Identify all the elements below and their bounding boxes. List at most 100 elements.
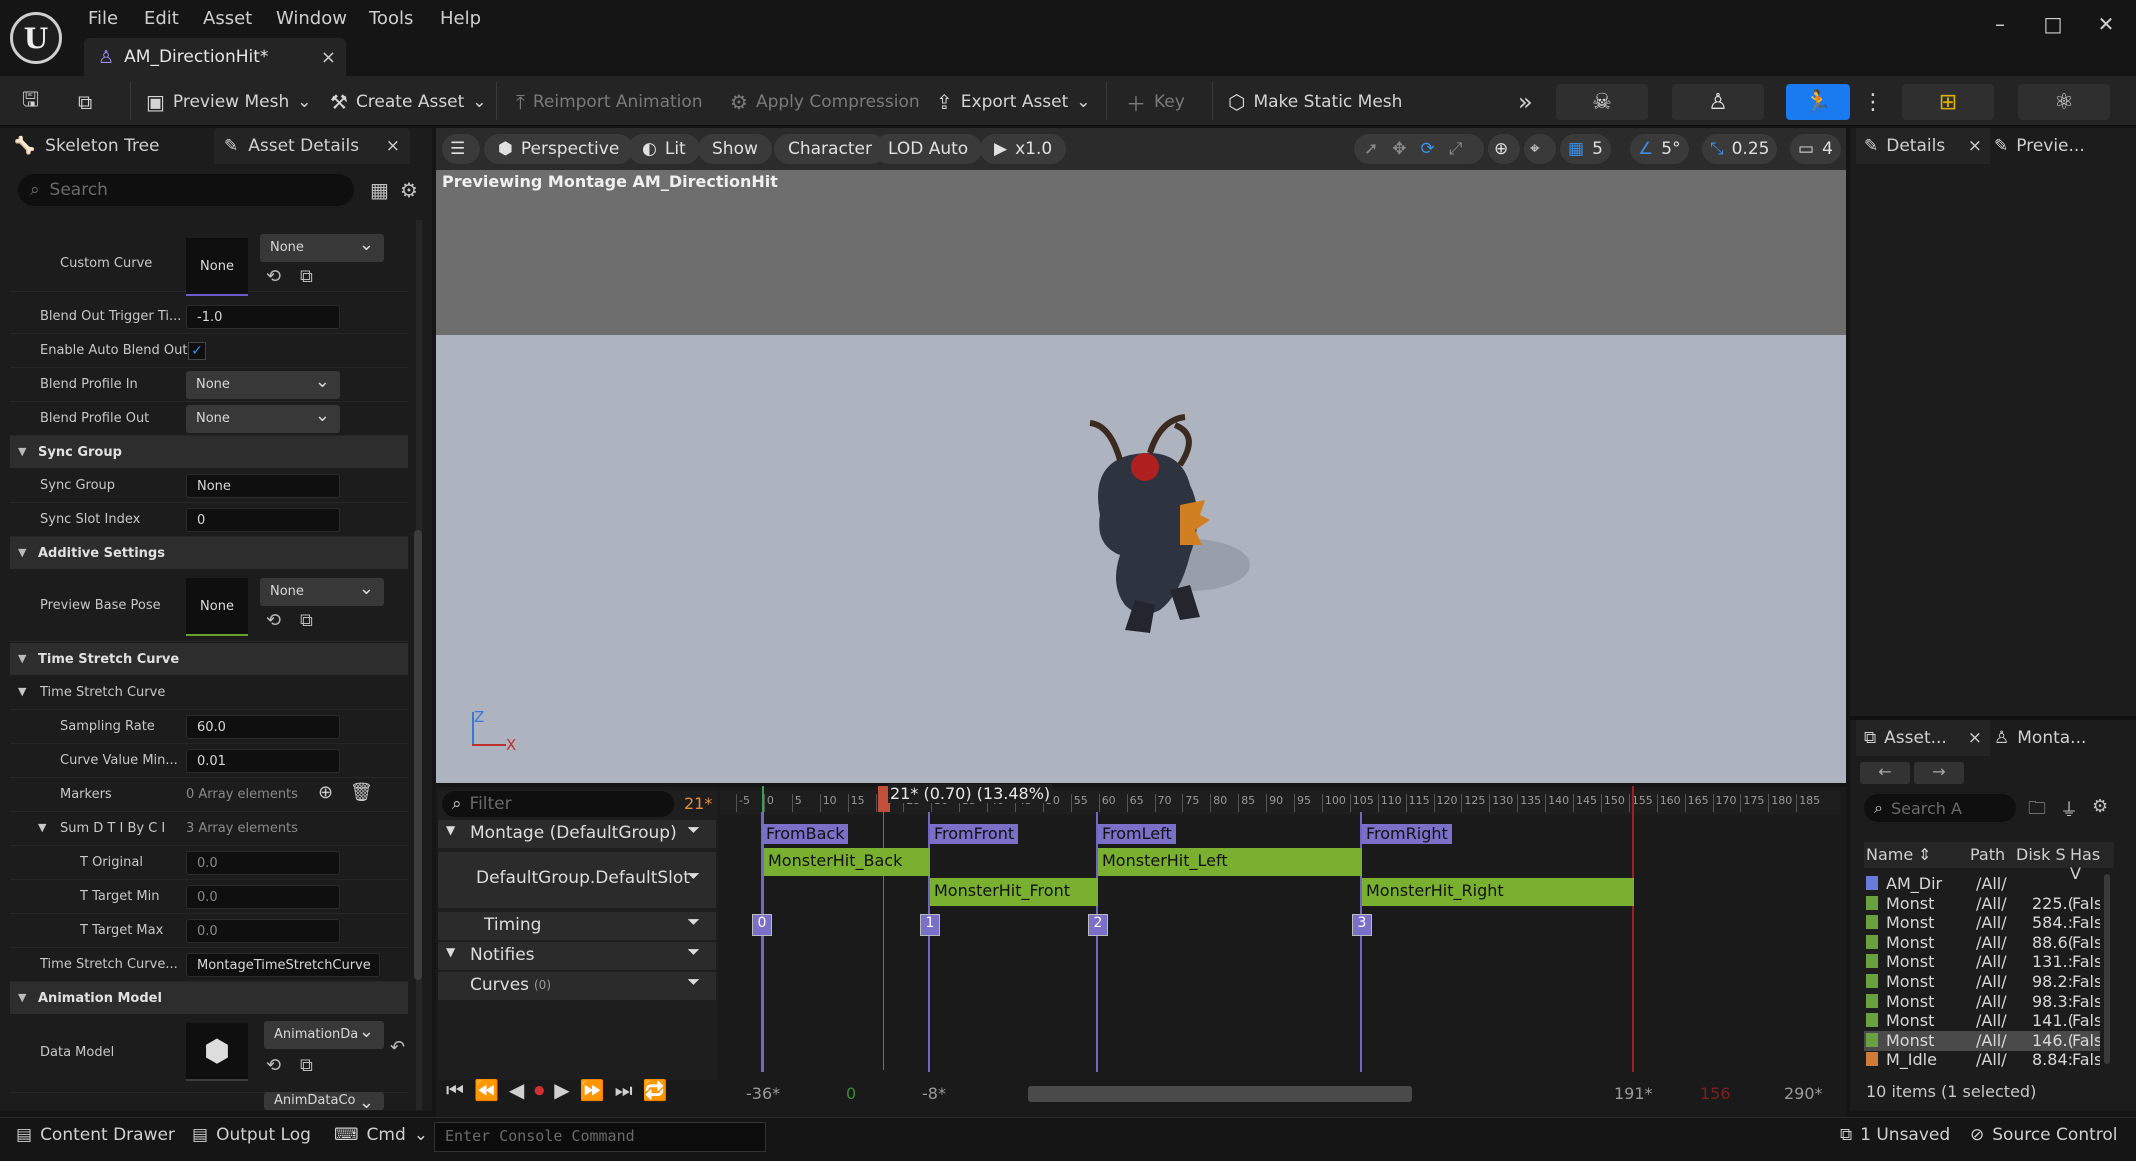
reimport-animation-button[interactable]: ⤒ Reimport Animation — [516, 86, 703, 118]
undo-icon[interactable]: ↶ — [390, 1037, 405, 1058]
key-button[interactable]: ＋ Key — [1126, 86, 1185, 118]
blend-profile-out-dropdown[interactable]: None — [186, 405, 340, 433]
menu-help[interactable]: Help — [440, 8, 481, 29]
add-element-icon[interactable]: ⊕ — [318, 782, 333, 803]
more-toolbar-button[interactable]: » — [1518, 86, 1533, 118]
section-from-left[interactable]: FromLeft — [1098, 824, 1176, 844]
curve-value-min-input[interactable]: 0.01 — [186, 749, 340, 773]
select-icon[interactable]: ➚ — [1364, 139, 1378, 159]
content-drawer-button[interactable]: ▤ Content Drawer — [16, 1125, 175, 1145]
data-model-thumb[interactable]: ⬢ — [186, 1023, 248, 1081]
physics-mode-button[interactable]: ⚛ — [2018, 84, 2110, 120]
perspective-button[interactable]: ⬢ Perspective — [484, 134, 634, 164]
step-back-icon[interactable]: ⏪ — [474, 1078, 499, 1102]
slot-track[interactable]: DefaultGroup.DefaultSlot ⏷ — [438, 852, 716, 908]
cmd-dropdown[interactable]: ⌨ Cmd ⌄ — [334, 1125, 428, 1145]
preview-base-pose-dropdown[interactable]: None — [260, 578, 384, 606]
notifies-track[interactable]: ▼ Notifies ⏷ — [438, 942, 716, 970]
minimize-button[interactable]: – — [1980, 12, 2020, 38]
playback-speed-button[interactable]: ▶ x1.0 — [980, 134, 1067, 164]
make-static-mesh-button[interactable]: ⬡ Make Static Mesh — [1228, 86, 1402, 118]
custom-curve-thumb[interactable]: None — [186, 238, 248, 296]
asset-row[interactable]: Monst/All/225.(False — [1864, 894, 2100, 914]
view-end[interactable]: 191* — [1614, 1084, 1653, 1103]
section-from-right[interactable]: FromRight — [1362, 824, 1452, 844]
camera-speed-button[interactable]: ▭ 4 — [1790, 134, 1841, 164]
timeline-scrollbar[interactable] — [1028, 1086, 1412, 1102]
curves-track[interactable]: Curves (0) ⏷ — [438, 972, 716, 1000]
t-target-min-input[interactable]: 0.0 — [186, 885, 340, 909]
timing-track[interactable]: Timing ⏷ — [438, 912, 716, 940]
skeleton-mode-button[interactable]: ☠ — [1556, 84, 1648, 120]
console-input[interactable]: Enter Console Command — [434, 1122, 766, 1152]
world-local-button[interactable]: ⊕ — [1488, 134, 1520, 164]
asset-row[interactable]: Monst/All/88.6(False — [1864, 933, 2100, 953]
mesh-mode-button[interactable]: ♙ — [1672, 84, 1764, 120]
range-start[interactable]: -36* — [746, 1084, 780, 1103]
asset-row[interactable]: AM_Dir/All/ — [1864, 874, 2100, 894]
create-asset-button[interactable]: ⚒ Create Asset ⌄ — [330, 86, 487, 118]
sync-group-input[interactable]: None — [186, 474, 340, 498]
unreal-logo[interactable]: U — [10, 12, 62, 64]
asset-row[interactable]: M_Idle/All/8.84:False — [1864, 1050, 2100, 1070]
segment-monsterhit-front[interactable]: MonsterHit_Front — [930, 878, 1098, 906]
close-tab-icon[interactable]: × — [321, 47, 336, 68]
maximize-button[interactable]: □ — [2033, 12, 2073, 38]
preview-mesh-button[interactable]: ▣ Preview Mesh ⌄ — [146, 86, 312, 118]
browse-asset-icon[interactable]: ⧉ — [300, 610, 313, 631]
left-scrollbar-thumb[interactable] — [414, 530, 422, 980]
rotation-snap-button[interactable]: ∠ 5° — [1630, 134, 1689, 164]
sampling-rate-input[interactable]: 60.0 — [186, 715, 340, 739]
time-stretch-curve-sub-row[interactable]: ▼ Time Stretch Curve — [10, 676, 408, 710]
animation-mode-button[interactable]: 🏃 — [1786, 84, 1850, 120]
chevron-down-icon[interactable]: ⏷ — [687, 972, 700, 992]
play-reverse-icon[interactable]: ◀ — [509, 1078, 524, 1102]
tab-asset-details[interactable]: ✎ Asset Details × — [214, 128, 410, 164]
sync-group-section[interactable]: Sync Group — [10, 436, 408, 468]
sync-slot-index-input[interactable]: 0 — [186, 508, 340, 532]
view-start[interactable]: -8* — [922, 1084, 946, 1103]
unsaved-button[interactable]: ⧉ 1 Unsaved — [1840, 1125, 1950, 1145]
menu-file[interactable]: File — [88, 8, 118, 29]
asset-search-input[interactable]: ⌕ Search A — [1864, 794, 2016, 822]
asset-row[interactable]: Monst/All/98.2:False — [1864, 972, 2100, 992]
anim-data-controller-dropdown[interactable]: AnimDataCo — [264, 1092, 384, 1110]
rotate-icon[interactable]: ⟳ — [1421, 139, 1435, 159]
close-window-button[interactable]: ✕ — [2086, 12, 2126, 38]
asset-row[interactable]: Monst/All/146.(False — [1864, 1030, 2100, 1051]
filter-icon[interactable]: ⏚ — [2060, 796, 2078, 822]
viewport-menu-button[interactable]: ☰ — [442, 134, 480, 164]
monster-character[interactable] — [1030, 405, 1270, 645]
time-stretch-curve-section[interactable]: Time Stretch Curve — [10, 643, 408, 675]
enable-auto-blend-out-checkbox[interactable]: ✓ — [188, 342, 206, 360]
reset-icon[interactable]: ⟲ — [266, 1055, 281, 1076]
trash-icon[interactable]: 🗑 — [350, 782, 373, 803]
surface-snap-button[interactable]: ⌖ — [1524, 134, 1556, 164]
timeline-filter-input[interactable]: ⌕ Filter — [442, 791, 674, 817]
range-zero[interactable]: 0 — [846, 1084, 856, 1103]
data-model-dropdown[interactable]: AnimationDa — [264, 1021, 384, 1049]
menu-tools[interactable]: Tools — [369, 8, 413, 29]
timing-index-0[interactable]: 0 — [752, 914, 772, 936]
close-icon[interactable]: × — [1968, 136, 1982, 156]
character-button[interactable]: Character — [774, 134, 886, 164]
montage-track[interactable]: ▼ Montage (DefaultGroup) ⏷ — [438, 820, 716, 848]
additive-settings-section[interactable]: Additive Settings — [10, 537, 408, 569]
close-icon[interactable]: × — [386, 136, 400, 156]
settings-icon[interactable]: ⚙ — [400, 178, 418, 202]
step-forward-icon[interactable]: ⏩ — [580, 1078, 605, 1102]
animation-model-section[interactable]: Animation Model — [10, 982, 408, 1014]
asset-row[interactable]: Monst/All/584.:False — [1864, 913, 2100, 933]
mode-options-icon[interactable]: ⋮ — [1862, 86, 1884, 118]
play-icon[interactable]: ▶ — [554, 1078, 569, 1102]
menu-edit[interactable]: Edit — [144, 8, 179, 29]
scale-snap-button[interactable]: ⤡ 0.25 — [1702, 134, 1778, 164]
sum-dt-row[interactable]: ▼ Sum D T I By C I 3 Array elements — [10, 812, 408, 846]
section-from-front[interactable]: FromFront — [930, 824, 1019, 844]
segment-monsterhit-left[interactable]: MonsterHit_Left — [1098, 848, 1362, 876]
timing-index-3[interactable]: 3 — [1352, 914, 1372, 936]
browse-asset-icon[interactable]: ⧉ — [300, 1055, 313, 1076]
blend-out-trigger-input[interactable]: -1.0 — [186, 305, 340, 329]
section-from-back[interactable]: FromBack — [762, 824, 849, 844]
tab-details[interactable]: ✎ Details × — [1856, 128, 1990, 164]
